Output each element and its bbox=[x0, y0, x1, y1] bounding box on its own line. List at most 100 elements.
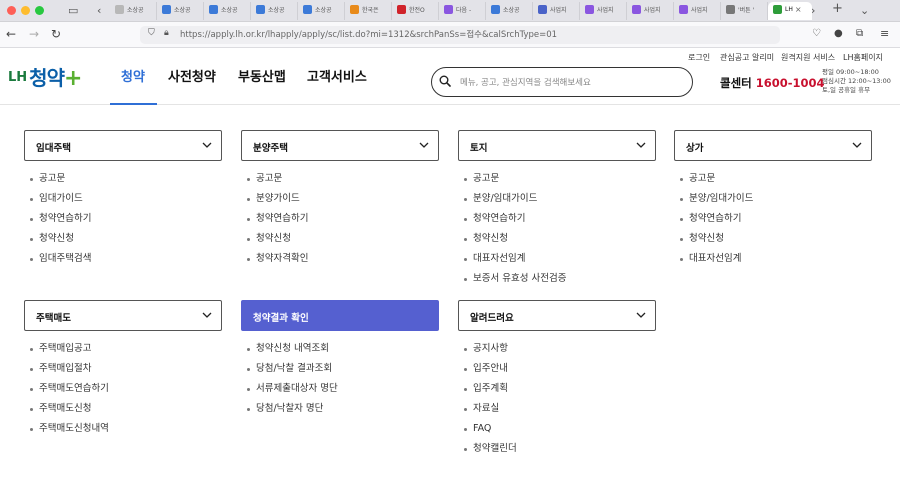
menu-link[interactable]: 공고문 bbox=[24, 169, 222, 189]
minimize-window-button[interactable] bbox=[21, 6, 30, 15]
browser-tab-active[interactable]: LH × bbox=[768, 2, 812, 20]
chevron-down-icon bbox=[202, 312, 212, 318]
browser-tab[interactable]: 사업지 bbox=[674, 2, 721, 20]
remote-support-link[interactable]: 원격지원 서비스 bbox=[781, 52, 835, 63]
address-bar[interactable]: ⛉ 🔒︎ https://apply.lh.or.kr/lhapply/appl… bbox=[140, 26, 780, 44]
menu-link[interactable]: 입주계획 bbox=[458, 379, 656, 399]
menu-link[interactable]: 대표자선임계 bbox=[458, 249, 656, 269]
menu-link[interactable]: 공지사항 bbox=[458, 339, 656, 359]
lh-logo[interactable]: LH 청약+ bbox=[8, 62, 82, 91]
menu-link[interactable]: 주택매도신청 bbox=[24, 399, 222, 419]
menu-link[interactable]: 주택매도연습하기 bbox=[24, 379, 222, 399]
browser-tab[interactable]: 한전O bbox=[392, 2, 439, 20]
tab-scroll-right-icon[interactable]: › bbox=[811, 3, 815, 19]
tab-favicon-icon bbox=[491, 5, 500, 14]
menu-link[interactable]: 청약연습하기 bbox=[674, 209, 872, 229]
browser-tab[interactable]: 사업지 bbox=[580, 2, 627, 20]
login-link[interactable]: 로그인 bbox=[688, 52, 710, 63]
menu-dropdown[interactable]: 토지 bbox=[458, 130, 656, 161]
browser-tab[interactable]: 사업지 bbox=[627, 2, 674, 20]
browser-tab[interactable]: 한국은 bbox=[345, 2, 392, 20]
menu-dropdown[interactable]: 알려드려요 bbox=[458, 300, 656, 331]
menu-link[interactable]: 보증서 유효성 사전검증 bbox=[458, 269, 656, 289]
pocket-icon[interactable]: ♡ bbox=[812, 27, 821, 41]
gnb-cheongyak[interactable]: 청약 bbox=[121, 66, 145, 85]
menu-link[interactable]: 공고문 bbox=[674, 169, 872, 189]
search-input[interactable]: 메뉴, 공고, 관심지역을 검색해보세요 bbox=[460, 76, 591, 88]
menu-link[interactable]: 자료실 bbox=[458, 399, 656, 419]
shield-icon[interactable]: ⛉ bbox=[148, 28, 155, 38]
menu-link[interactable]: 당첨/낙찰자 명단 bbox=[241, 399, 439, 419]
browser-tab[interactable]: 소상공 bbox=[157, 2, 204, 20]
reload-icon[interactable]: ↻ bbox=[51, 27, 61, 41]
tab-label: 사업지 bbox=[597, 7, 614, 14]
menu-link[interactable]: 당첨/낙찰 결과조회 bbox=[241, 359, 439, 379]
browser-tab[interactable]: 소상공 bbox=[110, 2, 157, 20]
menu-title: 토지 bbox=[470, 143, 488, 154]
browser-tab[interactable]: 소상공 bbox=[298, 2, 345, 20]
close-window-button[interactable] bbox=[7, 6, 16, 15]
menu-dropdown[interactable]: 상가 bbox=[674, 130, 872, 161]
browser-tab[interactable]: 사업지 bbox=[533, 2, 580, 20]
browser-tab[interactable]: '버튼 ' bbox=[721, 2, 768, 20]
menu-link[interactable]: 분양/임대가이드 bbox=[458, 189, 656, 209]
menu-link[interactable]: 공고문 bbox=[241, 169, 439, 189]
menu-link[interactable]: 청약신청 bbox=[674, 229, 872, 249]
menu-link[interactable]: 청약자격확인 bbox=[241, 249, 439, 269]
menu-link[interactable]: 청약신청 bbox=[458, 229, 656, 249]
chevron-down-icon bbox=[202, 142, 212, 148]
gnb-realestate-map[interactable]: 부동산맵 bbox=[238, 66, 286, 85]
menu-link[interactable]: 청약신청 bbox=[241, 229, 439, 249]
tab-overview-icon[interactable]: ▭ bbox=[68, 3, 78, 19]
browser-tab[interactable]: 다음 - bbox=[439, 2, 486, 20]
browser-tab[interactable]: 소상공 bbox=[204, 2, 251, 20]
extensions-icon[interactable]: ⧉ bbox=[856, 27, 863, 41]
tab-favicon-icon bbox=[444, 5, 453, 14]
browser-tab[interactable]: 소상공 bbox=[486, 2, 533, 20]
browser-tab[interactable]: 소상공 bbox=[251, 2, 298, 20]
tab-list-icon[interactable]: ⌄ bbox=[860, 3, 869, 19]
menu-dropdown[interactable]: 분양주택 bbox=[241, 130, 439, 161]
menu-link[interactable]: 청약캘린더 bbox=[458, 439, 656, 459]
menu-link[interactable]: 청약신청 내역조회 bbox=[241, 339, 439, 359]
menu-link[interactable]: 대표자선임계 bbox=[674, 249, 872, 269]
back-arrow-icon[interactable]: ← bbox=[6, 27, 16, 41]
interest-alert-link[interactable]: 관심공고 알리미 bbox=[720, 52, 774, 63]
menu-link[interactable]: 주택매입공고 bbox=[24, 339, 222, 359]
menu-dropdown[interactable]: 청약결과 확인 bbox=[241, 300, 439, 331]
menu-link[interactable]: 분양/임대가이드 bbox=[674, 189, 872, 209]
account-icon[interactable]: ● bbox=[834, 27, 843, 41]
url-text[interactable]: https://apply.lh.or.kr/lhapply/apply/sc/… bbox=[180, 28, 557, 40]
menu-link[interactable]: 주택매입절차 bbox=[24, 359, 222, 379]
search-box[interactable]: 메뉴, 공고, 관심지역을 검색해보세요 bbox=[431, 67, 693, 97]
tab-close-icon[interactable]: × bbox=[795, 5, 802, 14]
menu-link[interactable]: FAQ bbox=[458, 419, 656, 439]
menu-link[interactable]: 임대주택검색 bbox=[24, 249, 222, 269]
tab-favicon-icon bbox=[585, 5, 594, 14]
menu-dropdown[interactable]: 주택매도 bbox=[24, 300, 222, 331]
maximize-window-button[interactable] bbox=[35, 6, 44, 15]
menu-link[interactable]: 청약신청 bbox=[24, 229, 222, 249]
logo-text: 청약 bbox=[29, 66, 65, 90]
menu-dropdown[interactable]: 임대주택 bbox=[24, 130, 222, 161]
menu-link[interactable]: 입주안내 bbox=[458, 359, 656, 379]
gnb-presale[interactable]: 사전청약 bbox=[168, 66, 216, 85]
menu-link[interactable]: 주택매도신청내역 bbox=[24, 419, 222, 439]
tab-favicon-icon bbox=[679, 5, 688, 14]
menu-link[interactable]: 청약연습하기 bbox=[241, 209, 439, 229]
tab-scroll-left-icon[interactable]: ‹ bbox=[97, 3, 101, 19]
forward-arrow-icon[interactable]: → bbox=[29, 27, 39, 41]
menu-link[interactable]: 임대가이드 bbox=[24, 189, 222, 209]
lh-homepage-link[interactable]: LH홈페이지 bbox=[843, 52, 883, 63]
menu-link[interactable]: 분양가이드 bbox=[241, 189, 439, 209]
search-icon[interactable] bbox=[439, 75, 451, 87]
menu-link[interactable]: 청약연습하기 bbox=[458, 209, 656, 229]
gnb-customer-service[interactable]: 고객서비스 bbox=[307, 66, 367, 85]
new-tab-icon[interactable]: + bbox=[832, 1, 843, 17]
menu-link[interactable]: 청약연습하기 bbox=[24, 209, 222, 229]
menu-link[interactable]: 공고문 bbox=[458, 169, 656, 189]
menu-link[interactable]: 서류제출대상자 명단 bbox=[241, 379, 439, 399]
tab-label: 소상공 bbox=[315, 7, 332, 14]
menu-icon[interactable]: ≡ bbox=[880, 27, 889, 41]
tab-favicon-icon bbox=[162, 5, 171, 14]
